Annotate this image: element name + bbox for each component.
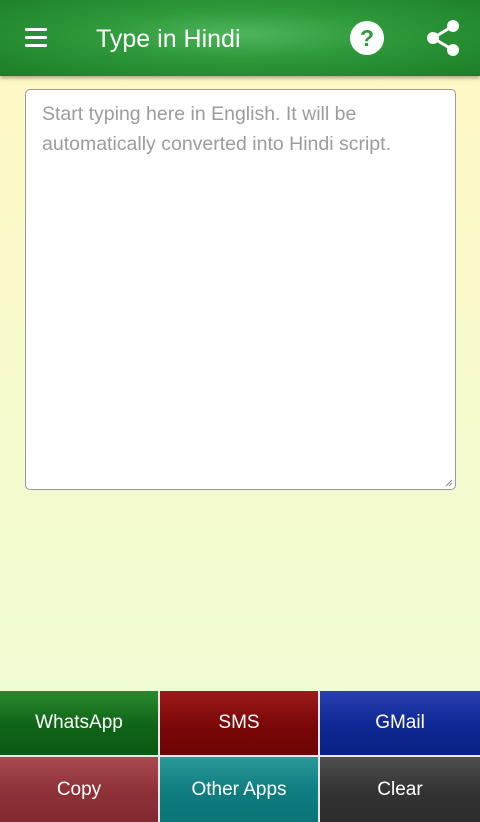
action-button-grid: WhatsApp SMS GMail Copy Other Apps Clear xyxy=(0,691,480,822)
copy-button[interactable]: Copy xyxy=(0,757,158,822)
help-icon[interactable]: ? xyxy=(349,20,385,56)
app-title: Type in Hindi xyxy=(96,25,241,53)
resize-grip-icon[interactable] xyxy=(445,479,453,487)
clear-button[interactable]: Clear xyxy=(320,757,480,822)
svg-text:?: ? xyxy=(360,25,374,51)
hamburger-menu-icon[interactable] xyxy=(22,26,52,50)
other-apps-button[interactable]: Other Apps xyxy=(160,757,318,822)
share-icon[interactable] xyxy=(424,18,462,58)
sms-button[interactable]: SMS xyxy=(160,691,318,755)
app-bar: Type in Hindi ? xyxy=(0,0,480,76)
gmail-button[interactable]: GMail xyxy=(320,691,480,755)
hindi-text-editor[interactable] xyxy=(25,89,456,490)
whatsapp-button[interactable]: WhatsApp xyxy=(0,691,158,755)
text-input[interactable] xyxy=(26,90,455,489)
